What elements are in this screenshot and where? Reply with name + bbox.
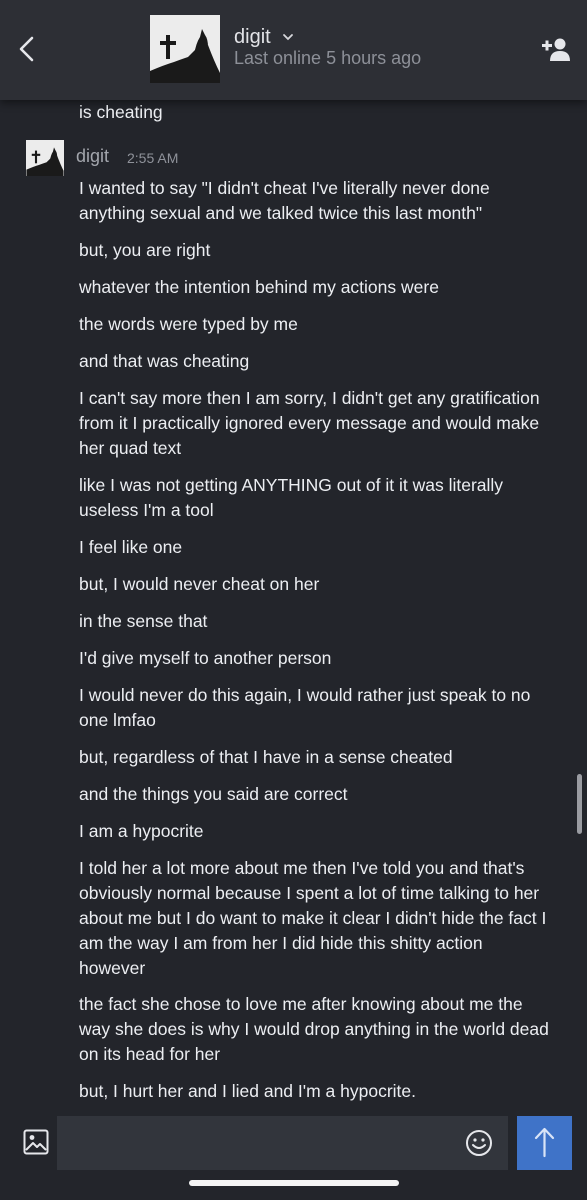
- message: the words were typed by me: [79, 314, 298, 334]
- send-button[interactable]: [517, 1116, 572, 1170]
- message: the fact she chose to love me after know…: [79, 994, 549, 1064]
- message-composer: [0, 1112, 587, 1200]
- avatar-image: [150, 15, 220, 83]
- smiley-icon[interactable]: [465, 1129, 493, 1157]
- avatar[interactable]: [150, 15, 220, 83]
- message: I wanted to say "I didn't cheat I've lit…: [79, 178, 490, 223]
- message: and the things you said are correct: [79, 784, 348, 804]
- message: whatever the intention behind my actions…: [79, 277, 439, 297]
- home-indicator[interactable]: [189, 1180, 399, 1186]
- sender-name[interactable]: digit: [76, 146, 109, 167]
- message: I am a hypocrite: [79, 821, 204, 841]
- image-icon[interactable]: [23, 1129, 49, 1155]
- message: but, regardless of that I have in a sens…: [79, 747, 453, 767]
- message-feed[interactable]: is cheating digit 2:55 AM I wanted to sa…: [0, 100, 587, 1112]
- avatar-image: [26, 140, 64, 176]
- contact-name[interactable]: digit: [234, 26, 271, 49]
- message: but, I would never cheat on her: [79, 574, 320, 594]
- message: and that was cheating: [79, 351, 250, 371]
- message: but, you are right: [79, 240, 211, 260]
- caret-down-icon[interactable]: [282, 32, 294, 42]
- sender-avatar[interactable]: [26, 140, 64, 176]
- scrollbar[interactable]: [577, 774, 582, 834]
- message-input[interactable]: [57, 1116, 508, 1170]
- message: I feel like one: [79, 537, 183, 557]
- message: I can't say more then I am sorry, I didn…: [79, 388, 540, 458]
- message: I told her a lot more about me then I've…: [79, 858, 547, 978]
- arrow-up-icon: [534, 1127, 555, 1158]
- message: I'd give myself to another person: [79, 648, 332, 668]
- contact-status: Last online 5 hours ago: [234, 48, 422, 68]
- message-timestamp: 2:55 AM: [127, 150, 179, 166]
- add-friend-icon[interactable]: [540, 36, 570, 62]
- chat-header: digit Last online 5 hours ago: [0, 0, 587, 100]
- message: but, I hurt her and I lied and I'm a hyp…: [79, 1081, 417, 1101]
- message: in the sense that: [79, 611, 208, 631]
- message: like I was not getting ANYTHING out of i…: [79, 475, 504, 520]
- chevron-left-icon[interactable]: [14, 34, 40, 64]
- message: I would never do this again, I would rat…: [79, 685, 531, 730]
- message: is cheating: [79, 102, 163, 122]
